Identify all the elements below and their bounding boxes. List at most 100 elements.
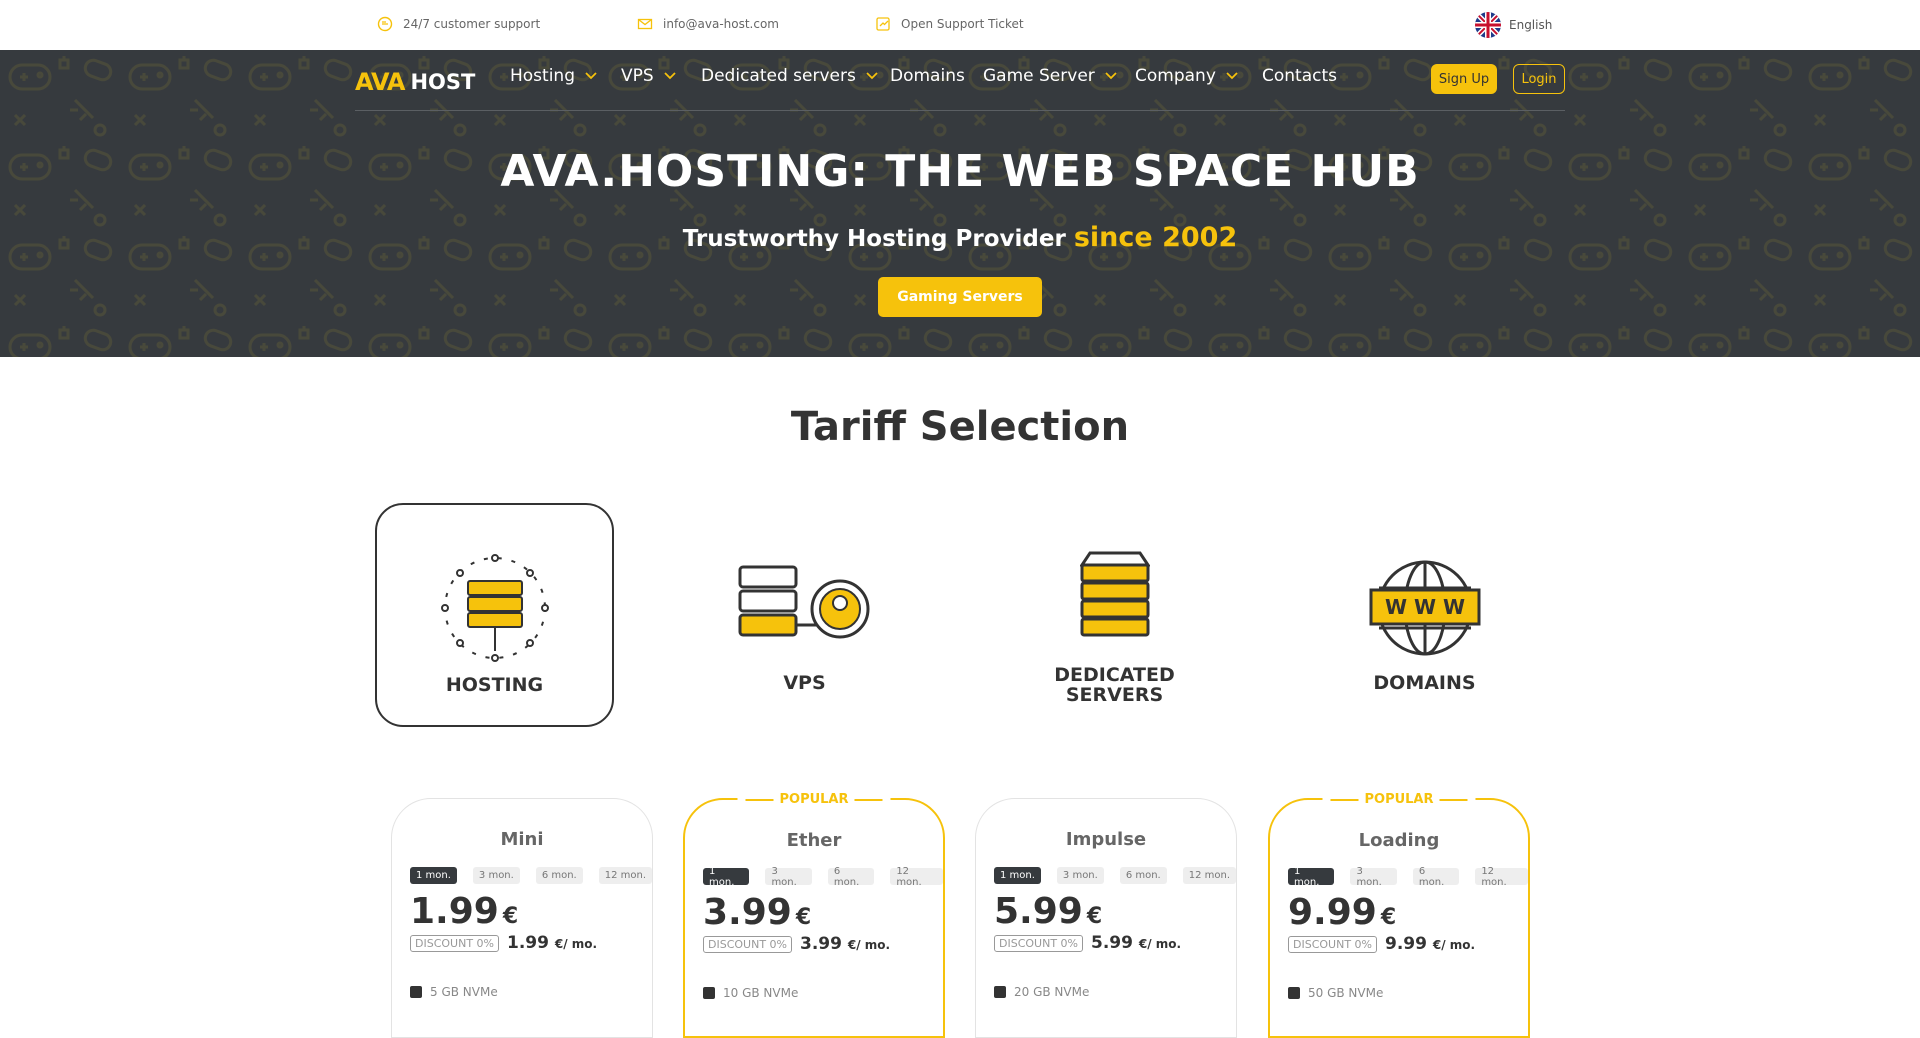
period-6-mon[interactable]: 6 mon. (827, 866, 875, 888)
period-6-mon[interactable]: 6 mon. (1412, 866, 1460, 888)
check-icon (1288, 987, 1300, 999)
per-month-unit: €/ mo. (847, 938, 891, 952)
check-icon (410, 986, 422, 998)
feature-text: 20 GB NVMe (1014, 985, 1090, 999)
plan-feature: 20 GB NVMe (994, 985, 1089, 999)
period-12-mon[interactable]: 12 mon. (890, 866, 944, 888)
category-hosting[interactable]: HOSTING (375, 503, 614, 727)
hero-subtitle-accent: since 2002 (1073, 222, 1238, 253)
logo-ava: AVA (355, 68, 405, 96)
nav-label: Company (1135, 66, 1216, 86)
period-1-mon[interactable]: 1 mon. (703, 866, 750, 888)
period-3-mon[interactable]: 3 mon. (472, 867, 520, 884)
uk-flag-icon (1475, 12, 1501, 38)
feature-text: 50 GB NVMe (1308, 986, 1384, 1000)
category-label: VPS (783, 672, 826, 694)
period-3-mon[interactable]: 3 mon. (1350, 866, 1397, 888)
chevron-down-icon (1105, 72, 1117, 80)
support-link[interactable]: 24/7 customer support (377, 16, 540, 32)
category-label: HOSTING (445, 674, 544, 696)
language-selector[interactable]: English (1475, 12, 1552, 38)
nav-label: Dedicated servers (701, 66, 856, 86)
price-per-month: 5.99 €/ mo. (1091, 933, 1181, 953)
site-logo[interactable]: AVA HOST (355, 68, 475, 96)
hero-subtitle-text: Trustworthy Hosting Provider (682, 226, 1066, 252)
badge-line (1330, 798, 1359, 801)
hosting-icon (440, 554, 549, 662)
per-month-unit: €/ mo. (1138, 937, 1182, 951)
period-1-mon[interactable]: 1 mon. (994, 867, 1041, 884)
per-month-unit: €/ mo. (1432, 938, 1476, 952)
discount-badge: DISCOUNT 0% (1288, 935, 1377, 953)
plan-name: Loading (1358, 830, 1440, 851)
per-month-value: 9.99 (1384, 934, 1427, 954)
chevron-down-icon (1226, 72, 1238, 80)
nav-item-dedicated-servers[interactable]: Dedicated servers (701, 66, 878, 86)
nav-item-company[interactable]: Company (1135, 66, 1238, 86)
per-month-unit: €/ mo. (554, 937, 598, 951)
email-link[interactable]: info@ava-host.com (637, 16, 779, 32)
badge-line (745, 798, 774, 801)
price-value: 1.99 (410, 891, 499, 932)
category-label: DEDICATED SERVERS (995, 665, 1234, 705)
popular-badge: POPULAR (1322, 792, 1476, 807)
nav-label: Domains (890, 66, 965, 86)
period-6-mon[interactable]: 6 mon. (1119, 867, 1167, 884)
plan-price: 9.99 € (1288, 892, 1396, 933)
price-per-month: 1.99 €/ mo. (507, 933, 597, 953)
discount-badge: DISCOUNT 0% (703, 935, 792, 953)
discount-row: DISCOUNT 0% 1.99 €/ mo. (410, 933, 597, 953)
badge-line (1439, 798, 1468, 801)
discount-row: DISCOUNT 0% 9.99 €/ mo. (1288, 934, 1475, 954)
gaming-servers-button[interactable]: Gaming Servers (878, 277, 1042, 317)
price-per-month: 3.99 €/ mo. (800, 934, 890, 954)
mail-icon (637, 18, 653, 30)
nav-label: Contacts (1262, 66, 1337, 86)
period-1-mon[interactable]: 1 mon. (1288, 866, 1335, 888)
nav-item-domains[interactable]: Domains (890, 66, 965, 86)
plan-card-ether: POPULAR Ether 1 mon. 3 mon. 6 mon. 12 mo… (683, 792, 945, 1038)
period-12-mon[interactable]: 12 mon. (1475, 866, 1529, 888)
price-value: 3.99 (703, 892, 792, 933)
svg-text:W W W: W W W (1384, 595, 1464, 619)
login-button[interactable]: Login (1513, 64, 1565, 94)
nav-item-vps[interactable]: VPS (621, 66, 676, 86)
period-12-mon[interactable]: 12 mon. (1182, 867, 1236, 884)
sign-up-button[interactable]: Sign Up (1431, 64, 1497, 94)
category-label: DOMAINS (1373, 672, 1476, 694)
ticket-link[interactable]: Open Support Ticket (875, 16, 1024, 32)
chevron-down-icon (585, 72, 597, 80)
popular-badge: POPULAR (737, 792, 891, 807)
plan-feature: 5 GB NVMe (410, 985, 498, 999)
price-currency: € (502, 904, 519, 929)
plan-card-impulse: Impulse 1 mon. 3 mon. 6 mon. 12 mon. 5.9… (975, 798, 1237, 1038)
popular-label: POPULAR (779, 792, 849, 807)
nav-item-game-server[interactable]: Game Server (983, 66, 1117, 86)
plan-name: Impulse (1065, 829, 1147, 850)
per-month-value: 5.99 (1090, 933, 1133, 953)
period-3-mon[interactable]: 3 mon. (765, 866, 812, 888)
discount-row: DISCOUNT 0% 5.99 €/ mo. (994, 933, 1181, 953)
language-label: English (1509, 18, 1553, 32)
category-domains[interactable]: W W W DOMAINS (1305, 503, 1544, 727)
plan-card-mini: Mini 1 mon. 3 mon. 6 mon. 12 mon. 1.99 € … (391, 798, 653, 1038)
feature-text: 10 GB NVMe (723, 986, 799, 1000)
nav-item-hosting[interactable]: Hosting (510, 66, 597, 86)
period-1-mon[interactable]: 1 mon. (410, 867, 457, 884)
hero-section: AVA HOST Hosting VPS Dedicated servers D… (0, 50, 1920, 357)
tariff-section-title: Tariff Selection (790, 404, 1130, 450)
category-label-line1: DEDICATED (1054, 664, 1175, 686)
nav-label: Hosting (510, 66, 575, 86)
period-12-mon[interactable]: 12 mon. (598, 867, 652, 884)
ticket-icon (876, 17, 890, 31)
category-dedicated-servers[interactable]: DEDICATED SERVERS (995, 503, 1234, 727)
period-3-mon[interactable]: 3 mon. (1056, 867, 1104, 884)
per-month-value: 1.99 (506, 933, 549, 953)
vps-icon (738, 565, 869, 639)
plan-name: Ether (786, 830, 842, 851)
nav-item-contacts[interactable]: Contacts (1262, 66, 1337, 86)
chevron-down-icon (664, 72, 676, 80)
period-6-mon[interactable]: 6 mon. (535, 867, 583, 884)
plan-price: 1.99 € (410, 891, 518, 932)
category-vps[interactable]: VPS (685, 503, 924, 727)
